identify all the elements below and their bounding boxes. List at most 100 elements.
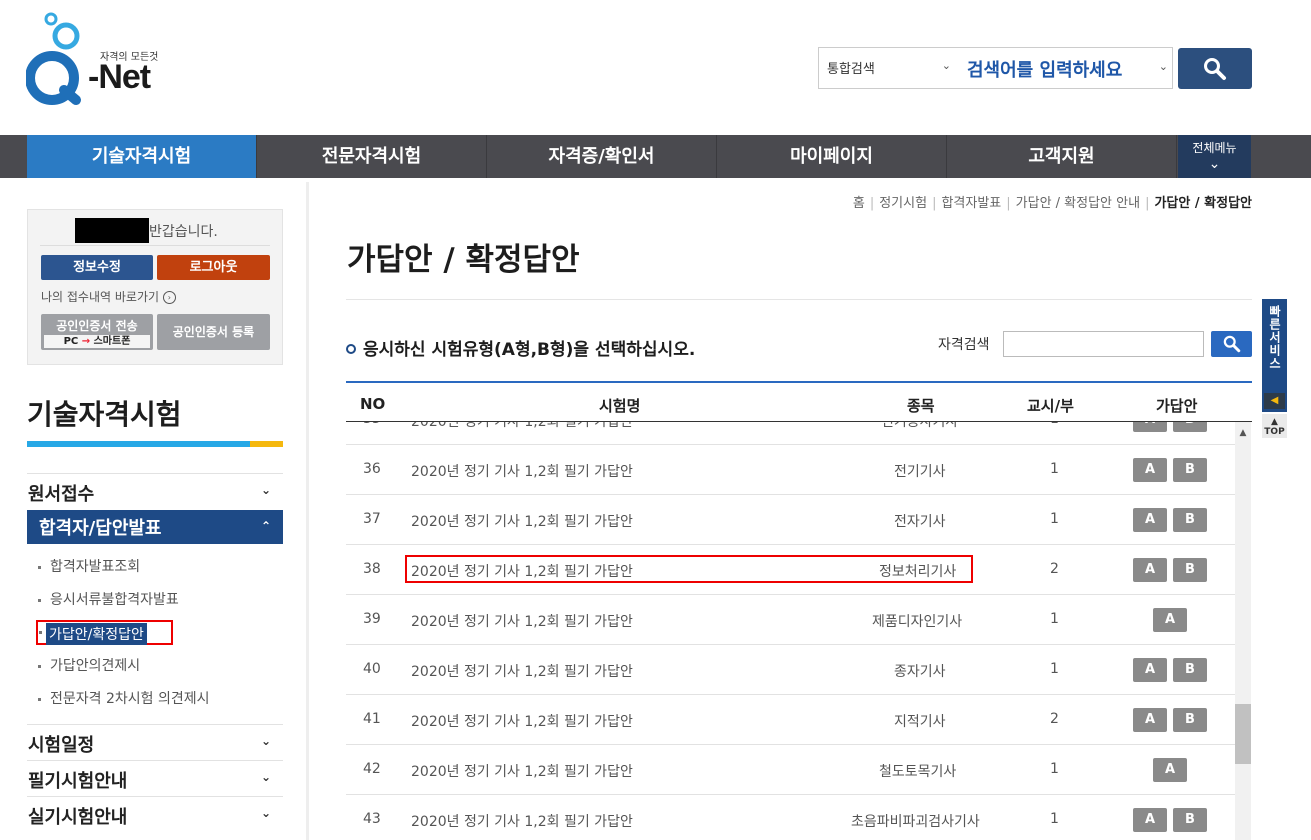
content-divider xyxy=(306,182,309,840)
answer-a-button[interactable]: A xyxy=(1133,422,1167,432)
answer-b-button[interactable]: B xyxy=(1173,422,1207,432)
sub-item-opinion[interactable]: 가답안의견제시 xyxy=(38,655,140,675)
nav-tech-cert[interactable]: 기술자격시험 xyxy=(27,135,257,178)
answer-b-button[interactable]: B xyxy=(1173,658,1207,682)
sidebar-item-label: 실기시험안내 xyxy=(28,807,128,828)
answer-a-button[interactable]: A xyxy=(1133,458,1167,482)
answer-a-button[interactable]: A xyxy=(1133,658,1167,682)
cell-name[interactable]: 2020년 정기 기사 1,2회 필기 가답안 xyxy=(411,461,633,481)
arrow-icon: → xyxy=(81,336,91,347)
sub-item-pro-opinion[interactable]: 전문자격 2차시험 의견제시 xyxy=(38,688,210,708)
col-no: NO xyxy=(360,395,386,413)
answer-b-button[interactable]: B xyxy=(1173,458,1207,482)
answer-b-button[interactable]: B xyxy=(1173,558,1207,582)
breadcrumb-item[interactable]: 가답안 / 확정답안 안내 xyxy=(1016,196,1140,211)
instruction-text: 응시하신 시험유형(A형,B형)을 선택하십시오. xyxy=(346,335,695,360)
answer-a-button[interactable]: A xyxy=(1133,508,1167,532)
search-scope-select[interactable]: 통합검색 ⌄ xyxy=(819,48,959,88)
page-title: 가답안 / 확정답안 xyxy=(347,242,580,278)
cell-no: 42 xyxy=(363,761,381,777)
edit-info-button[interactable]: 정보수정 xyxy=(41,255,153,280)
cell-name[interactable]: 2020년 정기 기사 1,2회 필기 가답안 xyxy=(411,661,633,681)
chevron-left-icon: ◀ xyxy=(1264,393,1285,409)
cell-subject: 전기공사기사 xyxy=(881,422,959,430)
scrollbar-thumb[interactable] xyxy=(1235,704,1251,764)
greeting-text: 반갑습니다. xyxy=(149,224,218,240)
sidebar-item-result[interactable]: 합격자/답안발표 ⌃ xyxy=(27,510,283,544)
col-session: 교시/부 xyxy=(1027,397,1074,415)
table-scrollbar[interactable] xyxy=(1235,422,1251,840)
sub-item-label: 응시서류불합격자발표 xyxy=(50,592,179,608)
cell-session: 1 xyxy=(1050,611,1059,627)
sidebar-title-bar xyxy=(27,441,283,447)
cert-search-button[interactable] xyxy=(1211,331,1252,357)
cell-name[interactable]: 2020년 정기 기사 1,2회 필기 가답안 xyxy=(411,511,633,531)
top-button[interactable]: ▲ TOP xyxy=(1262,414,1287,438)
cell-subject: 종자기사 xyxy=(894,664,946,680)
table-row: 40 2020년 정기 기사 1,2회 필기 가답안 종자기사 1 A B xyxy=(346,645,1236,695)
sidebar-title: 기술자격시험 xyxy=(27,398,182,431)
table-row: 35 2020년 정기 기사 1,2회 필기 가답안 전기공사기사 1 A B xyxy=(346,422,1236,445)
col-answer: 가답안 xyxy=(1156,397,1198,415)
cert-search-input[interactable] xyxy=(1003,331,1204,357)
chevron-down-icon: ⌄ xyxy=(260,806,271,820)
chevron-down-icon: ⌄ xyxy=(941,59,951,72)
scroll-up-arrow-icon[interactable]: ▲ xyxy=(1235,425,1251,441)
breadcrumb-item[interactable]: 합격자발표 xyxy=(941,196,1001,211)
logout-button[interactable]: 로그아웃 xyxy=(157,255,270,280)
chevron-down-icon: ⌄ xyxy=(1208,156,1221,172)
chevron-down-icon: ⌄ xyxy=(260,734,271,748)
answer-b-button[interactable]: B xyxy=(1173,508,1207,532)
sub-item-answer[interactable]: 가답안/확정답안 xyxy=(36,620,173,645)
qnet-logo[interactable]: 자격의 모든것 -Net xyxy=(25,12,176,107)
sub-item-doc-fail[interactable]: 응시서류불합격자발표 xyxy=(38,589,179,609)
answer-a-button[interactable]: A xyxy=(1133,708,1167,732)
search-scope-label: 통합검색 xyxy=(827,62,875,77)
search-placeholder: 검색어를 입력하세요 xyxy=(967,60,1123,81)
sidebar-item-apply[interactable]: 원서접수 ⌄ xyxy=(27,473,283,509)
cell-name[interactable]: 2020년 정기 기사 1,2회 필기 가답안 xyxy=(411,761,633,781)
chevron-down-icon: ⌄ xyxy=(260,483,271,497)
redacted-username xyxy=(75,218,149,243)
cert-transfer-button[interactable]: 공인인증서 전송 PC → 스마트폰 xyxy=(41,314,153,350)
sidebar-item-schedule[interactable]: 시험일정 ⌄ xyxy=(27,724,283,760)
cell-name[interactable]: 2020년 정기 기사 1,2회 필기 가답안 xyxy=(411,811,633,831)
answer-a-button[interactable]: A xyxy=(1133,808,1167,832)
table-row: 39 2020년 정기 기사 1,2회 필기 가답안 제품디자인기사 1 A xyxy=(346,595,1236,645)
cert-search-label: 자격검색 xyxy=(938,337,990,353)
nav-certificate[interactable]: 자격증/확인서 xyxy=(487,135,717,178)
nav-mypage[interactable]: 마이페이지 xyxy=(717,135,947,178)
cell-session: 2 xyxy=(1050,711,1059,727)
sidebar-item-label: 필기시험안내 xyxy=(28,771,128,792)
instruction-label: 응시하신 시험유형(A형,B형)을 선택하십시오. xyxy=(363,340,696,360)
arrow-right-icon: › xyxy=(162,291,176,304)
cell-subject: 지적기사 xyxy=(894,714,946,730)
cell-session: 2 xyxy=(1050,561,1059,577)
cell-no: 36 xyxy=(363,461,381,477)
nav-support[interactable]: 고객지원 xyxy=(947,135,1177,178)
search-button[interactable] xyxy=(1178,48,1252,89)
answer-b-button[interactable]: B xyxy=(1173,808,1207,832)
cell-name[interactable]: 2020년 정기 기사 1,2회 필기 가답안 xyxy=(411,711,633,731)
all-menu-button[interactable]: 전체메뉴 ⌄ xyxy=(1178,135,1251,178)
nav-pro-cert[interactable]: 전문자격시험 xyxy=(257,135,487,178)
table-row: 42 2020년 정기 기사 1,2회 필기 가답안 철도토목기사 1 A xyxy=(346,745,1236,795)
cert-register-button[interactable]: 공인인증서 등록 xyxy=(157,314,270,350)
table-body: 35 2020년 정기 기사 1,2회 필기 가답안 전기공사기사 1 A B … xyxy=(346,422,1236,840)
receipt-link[interactable]: 나의 접수내역 바로가기 › xyxy=(41,288,176,305)
sidebar-item-practical[interactable]: 실기시험안내 ⌄ xyxy=(27,796,283,832)
cell-name[interactable]: 2020년 정기 기사 1,2회 필기 가답안 xyxy=(411,611,633,631)
answer-a-button[interactable]: A xyxy=(1133,558,1167,582)
cell-subject: 전기기사 xyxy=(894,464,946,480)
divider xyxy=(40,245,270,246)
sidebar-item-written[interactable]: 필기시험안내 ⌄ xyxy=(27,760,283,796)
search-input[interactable]: 검색어를 입력하세요 ⌄ xyxy=(965,48,1170,88)
breadcrumb-item[interactable]: 정기시험 xyxy=(879,196,927,211)
answer-a-button[interactable]: A xyxy=(1153,758,1187,782)
breadcrumb-home[interactable]: 홈 xyxy=(853,196,865,211)
sub-item-result-lookup[interactable]: 합격자발표조회 xyxy=(38,556,140,576)
quick-service-button[interactable]: 빠른서비스 ◀ xyxy=(1262,299,1287,412)
cell-session: 1 xyxy=(1050,461,1059,477)
answer-a-button[interactable]: A xyxy=(1153,608,1187,632)
answer-b-button[interactable]: B xyxy=(1173,708,1207,732)
